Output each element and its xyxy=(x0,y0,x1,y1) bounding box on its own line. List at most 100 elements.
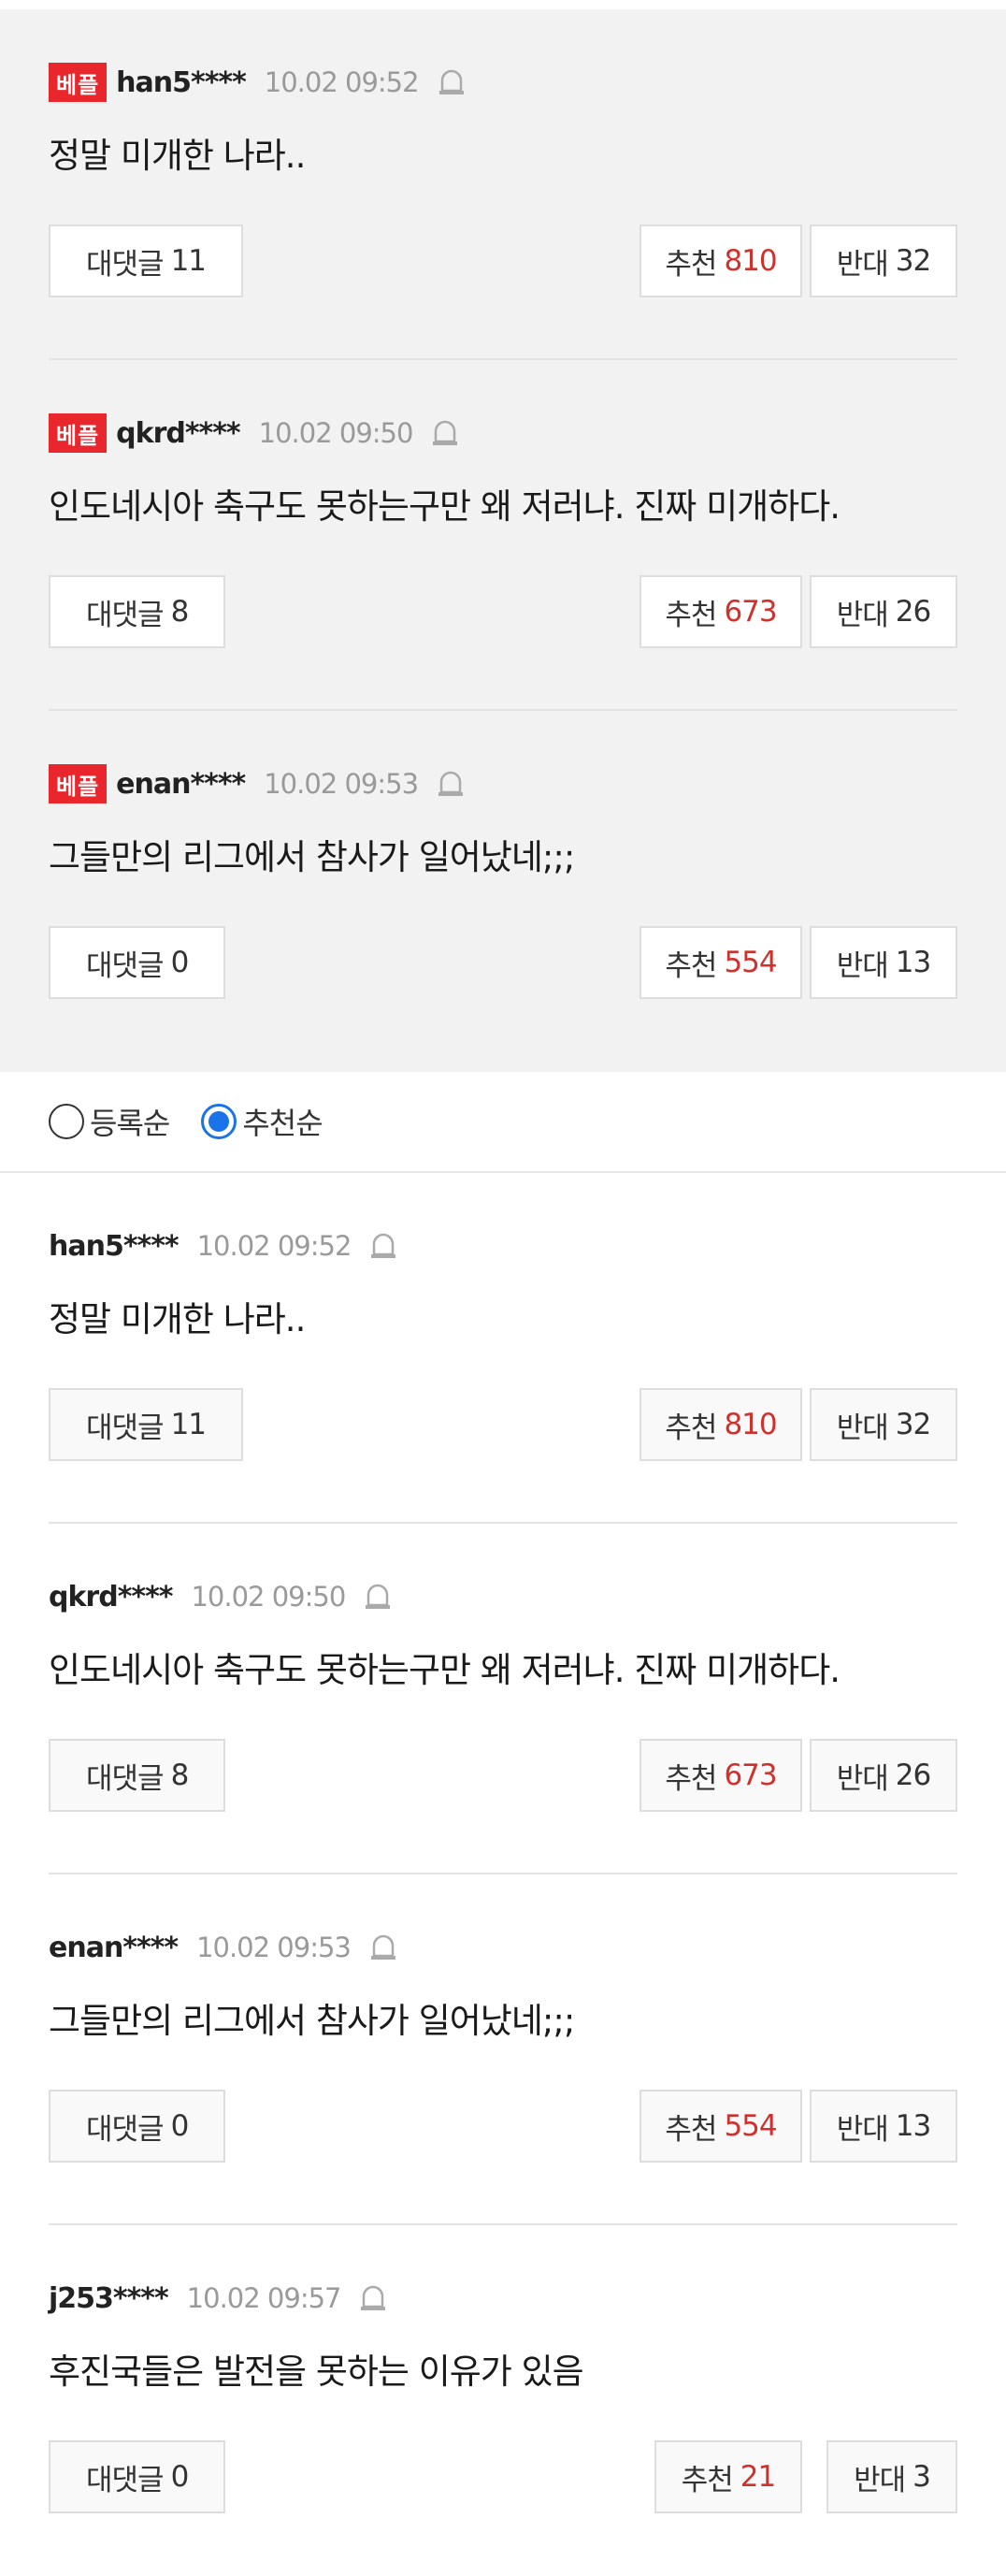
downvote-button[interactable]: 반대 13 xyxy=(810,2090,957,2163)
comment-meta: enan**** 10.02 09:53 xyxy=(49,1929,399,1966)
reply-label: 대댓글 xyxy=(86,598,165,632)
reply-button[interactable]: 대댓글 0 xyxy=(49,2440,226,2513)
reply-button[interactable]: 대댓글 11 xyxy=(49,224,244,297)
comment-author: j253**** xyxy=(49,2281,169,2315)
comment-meta: han5**** 10.02 09:52 xyxy=(49,1227,399,1265)
downvote-label: 반대 xyxy=(836,598,889,632)
upvote-count: 810 xyxy=(724,244,777,278)
upvote-count: 554 xyxy=(724,2109,777,2143)
downvote-label: 반대 xyxy=(854,2463,906,2497)
alarm-bell-icon[interactable] xyxy=(435,768,467,800)
reply-button[interactable]: 대댓글 11 xyxy=(49,1388,244,1461)
upvote-button[interactable]: 추천 810 xyxy=(640,224,802,297)
comment-time: 10.02 09:53 xyxy=(264,768,419,800)
best-comments-section: 베플 han5**** 10.02 09:52 정말 미개한 나라.. 대댓글 1… xyxy=(0,9,1006,1072)
best-badge: 베플 xyxy=(49,764,108,803)
sort-by-date-radio[interactable] xyxy=(49,1104,84,1139)
comment: qkrd**** 10.02 09:50 인도네시아 축구도 못하는구만 왜 저… xyxy=(49,1524,957,1874)
downvote-count: 26 xyxy=(895,595,931,629)
comment-text: 그들만의 리그에서 참사가 일어났네;;; xyxy=(49,2001,575,2041)
comment-author: qkrd**** xyxy=(116,416,240,450)
reply-label: 대댓글 xyxy=(86,1411,165,1445)
upvote-button[interactable]: 추천 554 xyxy=(640,2090,802,2163)
sort-by-recommend-radio[interactable] xyxy=(201,1104,237,1139)
comment-list: han5**** 10.02 09:52 정말 미개한 나라.. 대댓글 11 추… xyxy=(0,1173,1006,2576)
sort-by-date-option[interactable]: 등록순 xyxy=(49,1100,170,1143)
upvote-label: 추천 xyxy=(665,2112,717,2147)
upvote-button[interactable]: 추천 673 xyxy=(640,575,802,648)
reply-label: 대댓글 xyxy=(86,2463,165,2497)
reply-button[interactable]: 대댓글 0 xyxy=(49,926,226,999)
upvote-label: 추천 xyxy=(665,948,717,983)
upvote-label: 추천 xyxy=(665,1761,717,1796)
comment-time: 10.02 09:57 xyxy=(186,2282,342,2314)
alarm-bell-icon[interactable] xyxy=(436,66,467,98)
downvote-count: 26 xyxy=(895,1758,931,1792)
comment-author: qkrd**** xyxy=(49,1580,173,1614)
downvote-count: 32 xyxy=(895,1408,931,1441)
downvote-label: 반대 xyxy=(836,1761,889,1796)
comment-text: 인도네시아 축구도 못하는구만 왜 저러냐. 진짜 미개하다. xyxy=(49,1650,841,1690)
best-badge: 베플 xyxy=(49,413,108,453)
upvote-label: 추천 xyxy=(665,598,717,632)
comment-author: enan**** xyxy=(49,1931,179,1964)
downvote-button[interactable]: 반대 32 xyxy=(810,1388,957,1461)
comment-meta: 베플 enan**** 10.02 09:53 xyxy=(49,764,467,803)
best-badge: 베플 xyxy=(49,63,108,102)
reply-button[interactable]: 대댓글 8 xyxy=(49,1739,226,1812)
alarm-bell-icon[interactable] xyxy=(367,1932,399,1963)
alarm-bell-icon[interactable] xyxy=(367,1230,399,1262)
reply-button[interactable]: 대댓글 8 xyxy=(49,575,226,648)
sort-by-recommend-label: 추천순 xyxy=(242,1106,323,1141)
reply-label: 대댓글 xyxy=(86,1761,165,1796)
upvote-count: 554 xyxy=(724,946,777,979)
comment-meta: j253**** 10.02 09:57 xyxy=(49,2279,389,2317)
upvote-button[interactable]: 추천 21 xyxy=(654,2440,802,2513)
comment-text: 그들만의 리그에서 참사가 일어났네;;; xyxy=(49,837,575,877)
comment-time: 10.02 09:50 xyxy=(258,417,414,449)
downvote-button[interactable]: 반대 13 xyxy=(810,926,957,999)
comment-meta: 베플 qkrd**** 10.02 09:50 xyxy=(49,413,461,453)
upvote-button[interactable]: 추천 554 xyxy=(640,926,802,999)
reply-count: 8 xyxy=(170,595,190,629)
upvote-count: 673 xyxy=(724,1758,777,1792)
best-comment: 베플 enan**** 10.02 09:53 그들만의 리그에서 참사가 일어… xyxy=(49,711,957,1062)
upvote-button[interactable]: 추천 673 xyxy=(640,1739,802,1812)
upvote-count: 673 xyxy=(724,595,777,629)
comment-text: 정말 미개한 나라.. xyxy=(49,136,306,176)
comment-time: 10.02 09:50 xyxy=(191,1581,346,1613)
alarm-bell-icon[interactable] xyxy=(429,417,461,449)
comment-author: han5**** xyxy=(49,1229,180,1263)
comment: han5**** 10.02 09:52 정말 미개한 나라.. 대댓글 11 추… xyxy=(49,1173,957,1524)
downvote-count: 13 xyxy=(895,946,931,979)
best-comment: 베플 qkrd**** 10.02 09:50 인도네시아 축구도 못하는구만 … xyxy=(49,360,957,711)
comment-text: 인도네시아 축구도 못하는구만 왜 저러냐. 진짜 미개하다. xyxy=(49,486,841,527)
comment-text: 정말 미개한 나라.. xyxy=(49,1299,306,1339)
reply-count: 0 xyxy=(170,2109,190,2143)
comment-time: 10.02 09:52 xyxy=(264,66,420,98)
comment-author: han5**** xyxy=(116,65,247,99)
upvote-button[interactable]: 추천 810 xyxy=(640,1388,802,1461)
sort-by-recommend-option[interactable]: 추천순 xyxy=(201,1100,323,1143)
downvote-button[interactable]: 반대 32 xyxy=(810,224,957,297)
sort-bar: 등록순 추천순 xyxy=(0,1072,1006,1173)
comment: enan**** 10.02 09:53 그들만의 리그에서 참사가 일어났네;… xyxy=(49,1874,957,2225)
downvote-button[interactable]: 반대 3 xyxy=(826,2440,957,2513)
downvote-label: 반대 xyxy=(836,247,889,282)
downvote-label: 반대 xyxy=(836,1411,889,1445)
downvote-button[interactable]: 반대 26 xyxy=(810,1739,957,1812)
alarm-bell-icon[interactable] xyxy=(362,1581,394,1613)
reply-count: 0 xyxy=(170,946,190,979)
reply-label: 대댓글 xyxy=(86,2112,165,2147)
upvote-count: 810 xyxy=(724,1408,777,1441)
reply-button[interactable]: 대댓글 0 xyxy=(49,2090,226,2163)
comment-text: 후진국들은 발전을 못하는 이유가 있음 xyxy=(49,2352,584,2392)
comment-time: 10.02 09:53 xyxy=(196,1932,352,1963)
downvote-button[interactable]: 반대 26 xyxy=(810,575,957,648)
comment-meta: 베플 han5**** 10.02 09:52 xyxy=(49,63,467,102)
upvote-label: 추천 xyxy=(681,2463,734,2497)
reply-count: 8 xyxy=(170,1758,190,1792)
alarm-bell-icon[interactable] xyxy=(357,2282,389,2314)
upvote-count: 21 xyxy=(740,2460,776,2494)
comment-time: 10.02 09:52 xyxy=(196,1230,352,1262)
